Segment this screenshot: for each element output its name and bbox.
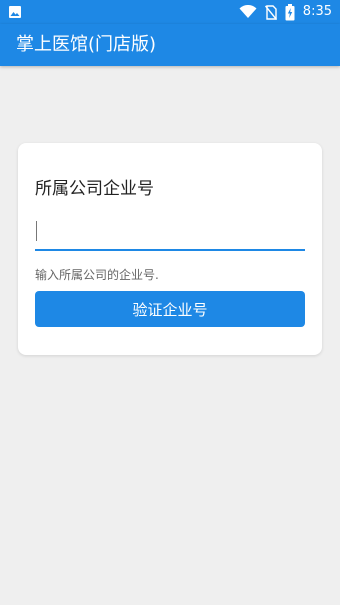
text-caret [36, 221, 37, 241]
status-right-icons: 8:35 [239, 0, 332, 24]
card-title: 所属公司企业号 [35, 179, 154, 199]
wifi-icon [239, 5, 257, 19]
enterprise-code-card: 所属公司企业号 输入所属公司的企业号. 验证企业号 [18, 143, 322, 355]
app-title: 掌上医馆(门店版) [16, 34, 157, 55]
input-hint: 输入所属公司的企业号. [35, 268, 159, 282]
status-time: 8:35 [302, 4, 332, 19]
status-left-icons [8, 5, 22, 19]
battery-charging-icon [285, 3, 295, 21]
app-bar: 掌上医馆(门店版) [0, 24, 340, 66]
image-icon [8, 5, 22, 19]
status-bar: 8:35 [0, 0, 340, 24]
no-sim-icon [264, 4, 277, 20]
enterprise-code-input-wrapper[interactable] [35, 217, 305, 251]
enterprise-code-input[interactable] [35, 217, 305, 249]
input-underline [35, 249, 305, 251]
verify-enterprise-code-button[interactable]: 验证企业号 [35, 291, 305, 327]
